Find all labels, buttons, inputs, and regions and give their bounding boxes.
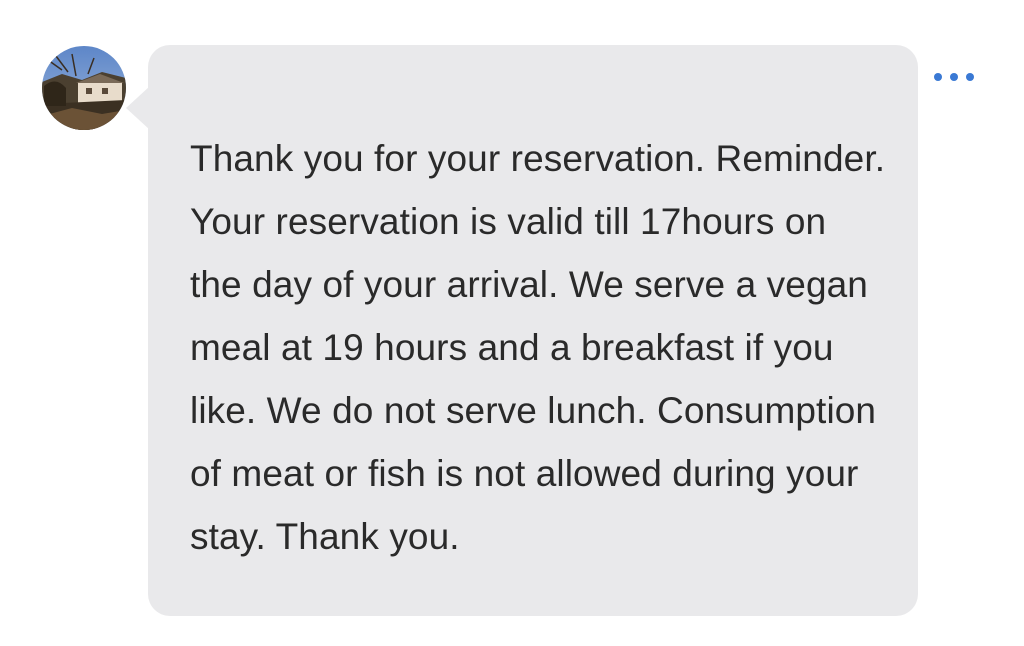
message-bubble[interactable]: Thank you for your reservation. Reminder… xyxy=(148,45,918,616)
message-text: Thank you for your reservation. Reminder… xyxy=(190,138,886,557)
message-bubble-tail xyxy=(126,86,150,130)
house-landscape-photo-icon xyxy=(42,46,126,130)
more-horizontal-icon xyxy=(934,73,974,81)
more-options-button[interactable] xyxy=(934,66,974,88)
avatar[interactable] xyxy=(42,46,126,130)
